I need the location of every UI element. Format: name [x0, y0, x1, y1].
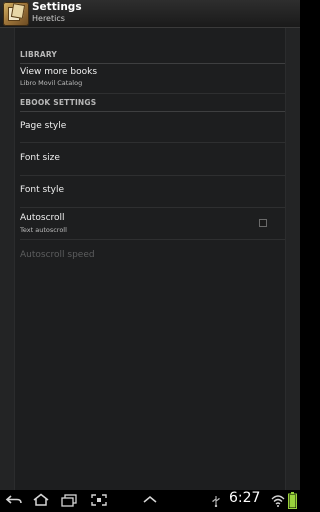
home-icon[interactable] — [32, 493, 50, 507]
page-title: Settings — [32, 1, 82, 13]
section-header-ebook-settings: EBOOK SETTINGS — [20, 94, 285, 112]
autoscroll-checkbox[interactable] — [259, 219, 267, 227]
pref-font-size[interactable]: Font size — [20, 143, 285, 176]
pref-view-more-books[interactable]: View more books Libro Movil Catalog — [20, 64, 285, 94]
pref-summary: Libro Movil Catalog — [20, 79, 83, 87]
pref-label: Page style — [20, 121, 67, 131]
chevron-up-icon[interactable] — [141, 493, 159, 507]
pref-label: View more books — [20, 67, 98, 77]
pref-summary: Text autoscroll — [20, 226, 67, 234]
action-bar: Settings Heretics — [0, 0, 300, 28]
system-navigation-bar: 6:27 — [0, 490, 300, 512]
pref-label: Autoscroll — [20, 213, 65, 223]
page-subtitle: Heretics — [32, 14, 65, 23]
screenshot-icon[interactable] — [90, 493, 108, 507]
battery-icon — [288, 492, 297, 509]
back-icon[interactable] — [5, 493, 23, 507]
pref-label: Autoscroll speed — [20, 250, 95, 260]
pref-page-style[interactable]: Page style — [20, 112, 285, 143]
pref-font-style[interactable]: Font style — [20, 176, 285, 208]
usb-icon — [212, 496, 220, 507]
wifi-icon — [271, 495, 285, 507]
app-icon[interactable] — [3, 2, 29, 26]
recent-apps-icon[interactable] — [60, 493, 78, 507]
clock: 6:27 — [229, 490, 261, 506]
section-header-library: LIBRARY — [20, 46, 285, 64]
pref-autoscroll-speed: Autoscroll speed — [20, 240, 285, 272]
pref-autoscroll[interactable]: Autoscroll Text autoscroll — [20, 208, 285, 240]
pref-label: Font style — [20, 185, 65, 195]
pref-label: Font size — [20, 153, 60, 163]
